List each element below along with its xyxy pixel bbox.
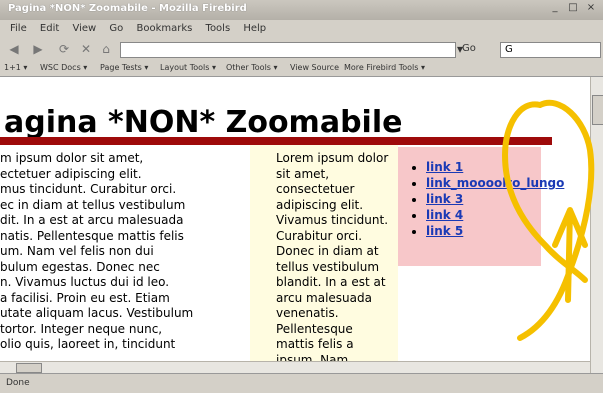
- menu-tools[interactable]: Tools: [206, 23, 231, 34]
- paragraph-line: natis. Pellentesque mattis felis: [0, 228, 184, 243]
- horizontal-scroll-thumb[interactable]: [16, 363, 42, 373]
- paragraph-line: ec in diam at tellus vestibulum: [0, 197, 186, 212]
- paragraph-line: utate aliquam lacus. Vestibulum: [0, 306, 194, 320]
- window-controls: _ □ ×: [549, 2, 597, 14]
- link-1[interactable]: link 1: [426, 160, 463, 174]
- menu-help[interactable]: Help: [243, 23, 266, 34]
- link-3[interactable]: link 3: [426, 192, 463, 206]
- list-item: link 3: [426, 191, 541, 207]
- link-list: link 1 link_moooolto_lungo link 3 link 4…: [398, 159, 564, 239]
- back-icon[interactable]: ◀: [6, 41, 22, 57]
- page-title: agina *NON* Zoomabile: [4, 105, 403, 140]
- paragraph-line: olio quis, laoreet in, tincidunt: [0, 337, 176, 351]
- webdev-other-tools[interactable]: Other Tools ▾: [226, 63, 278, 72]
- window-title: Pagina *NON* Zoomabile - Mozilla Firebir…: [8, 3, 247, 14]
- web-developer-toolbar: 1+1 ▾ WSC Docs ▾ Page Tests ▾ Layout Too…: [0, 60, 603, 77]
- heading-rule: [0, 137, 552, 145]
- webdev-view-source[interactable]: View Source: [290, 63, 339, 72]
- link-box: link 1 link_moooolto_lungo link 3 link 4…: [398, 147, 564, 266]
- menu-edit[interactable]: Edit: [40, 23, 59, 34]
- list-item: link 5: [426, 223, 541, 239]
- paragraph-line: m ipsum dolor sit amet,: [0, 151, 144, 165]
- list-item: link_moooolto_lungo: [426, 175, 564, 191]
- paragraph-line: a facilisi. Proin eu est. Etiam: [0, 290, 170, 305]
- reload-icon[interactable]: ⟳: [56, 41, 72, 57]
- paragraph-line: dit. In a est at arcu malesuada: [0, 213, 184, 227]
- navigation-toolbar: ◀ ▶ ⟳ ✕ ⌂ ▾ Go G: [0, 38, 603, 61]
- text-column-middle: Lorem ipsum dolor sit amet, consectetuer…: [250, 145, 398, 373]
- paragraph-line: tortor. Integer neque nunc,: [0, 321, 163, 336]
- menu-go[interactable]: Go: [109, 23, 123, 34]
- webdev-layout-tools[interactable]: Layout Tools ▾: [160, 63, 216, 72]
- webdev-prefix[interactable]: 1+1 ▾: [4, 63, 27, 72]
- close-button[interactable]: ×: [585, 2, 597, 14]
- vertical-scrollbar[interactable]: [590, 77, 603, 373]
- paragraph: Lorem ipsum dolor sit amet, consectetuer…: [276, 151, 389, 367]
- status-text: Done: [6, 378, 30, 388]
- text-column-left: m ipsum dolor sit amet, ectetuer adipisc…: [0, 151, 250, 373]
- link-long[interactable]: link_moooolto_lungo: [426, 176, 564, 190]
- link-4[interactable]: link 4: [426, 208, 463, 222]
- link-5[interactable]: link 5: [426, 224, 463, 238]
- status-bar: Done: [0, 373, 603, 393]
- paragraph-line: n. Vivamus luctus dui id leo.: [0, 275, 170, 289]
- maximize-button[interactable]: □: [567, 2, 579, 14]
- menu-bar: File Edit View Go Bookmarks Tools Help: [0, 20, 603, 39]
- home-icon[interactable]: ⌂: [98, 41, 114, 57]
- webdev-more-tools[interactable]: More Firebird Tools ▾: [344, 63, 425, 72]
- paragraph-line: um. Nam vel felis non dui: [0, 244, 154, 258]
- go-button[interactable]: Go: [462, 41, 492, 57]
- paragraph-line: mus tincidunt. Curabitur orci.: [0, 182, 177, 196]
- list-item: link 1: [426, 159, 541, 175]
- stop-icon[interactable]: ✕: [78, 41, 94, 57]
- url-input[interactable]: [120, 42, 456, 58]
- page-viewport: agina *NON* Zoomabile m ipsum dolor sit …: [0, 77, 590, 373]
- menu-view[interactable]: View: [72, 23, 96, 34]
- forward-icon[interactable]: ▶: [30, 41, 46, 57]
- minimize-button[interactable]: _: [549, 2, 561, 14]
- menu-file[interactable]: File: [10, 23, 27, 34]
- paragraph-line: bulum egestas. Donec nec: [0, 259, 160, 274]
- menu-bookmarks[interactable]: Bookmarks: [136, 23, 192, 34]
- paragraph-line: ectetuer adipiscing elit.: [0, 166, 142, 181]
- webdev-w3c-docs[interactable]: WSC Docs ▾: [40, 63, 87, 72]
- webdev-page-tests[interactable]: Page Tests ▾: [100, 63, 148, 72]
- list-item: link 4: [426, 207, 541, 223]
- vertical-scroll-thumb[interactable]: [592, 95, 603, 125]
- search-input[interactable]: G: [500, 42, 601, 58]
- title-bar: Pagina *NON* Zoomabile - Mozilla Firebir…: [0, 0, 603, 21]
